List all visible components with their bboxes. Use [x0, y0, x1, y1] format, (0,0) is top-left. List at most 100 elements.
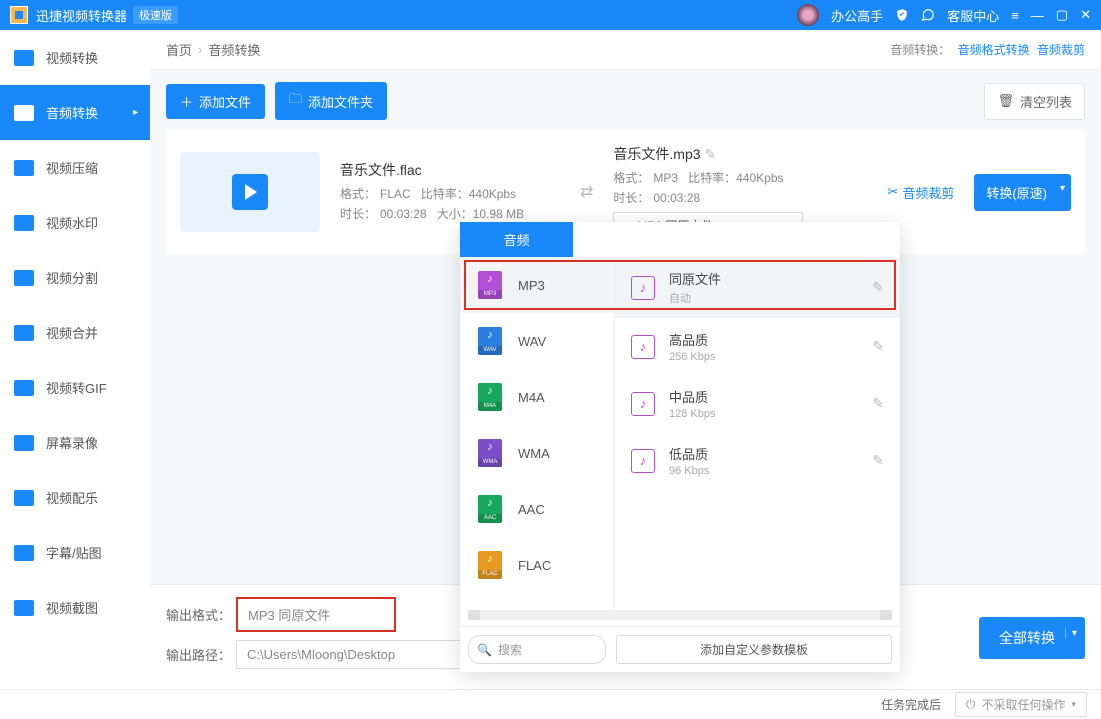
- breadcrumb-home[interactable]: 首页: [166, 40, 192, 59]
- audio-crop-link[interactable]: ✂音频裁剪: [887, 183, 954, 202]
- sidebar-item-watermark[interactable]: 视频水印: [0, 195, 150, 250]
- sidebar-item-label: 音频转换: [46, 103, 98, 122]
- format-icon: [478, 495, 502, 523]
- sidebar-item-video-compress[interactable]: 视频压缩: [0, 140, 150, 195]
- quality-item-same[interactable]: ♪同原文件自动✎: [615, 257, 900, 318]
- sidebar-item-label: 视频压缩: [46, 158, 98, 177]
- add-folder-button[interactable]: 🗀 添加文件夹: [275, 82, 387, 120]
- music-icon: [14, 490, 34, 506]
- sidebar-item-label: 屏幕录像: [46, 433, 98, 452]
- task-done-action-select[interactable]: ⏻不采取任何操作▾: [955, 692, 1087, 717]
- search-input[interactable]: 🔍搜索: [468, 635, 606, 664]
- edit-icon[interactable]: ✎: [704, 146, 716, 162]
- add-template-button[interactable]: 添加自定义参数模板: [616, 635, 892, 664]
- format-popup: 音频 MP3 WAV M4A WMA AAC FLAC ♪同原文件自动✎ ♪高品…: [460, 222, 900, 672]
- bc-right-label: 音频转换：: [890, 43, 950, 57]
- output-format-label: 输出格式：: [166, 605, 236, 624]
- sidebar-item-video-convert[interactable]: 视频转换: [0, 30, 150, 85]
- quality-icon: ♪: [631, 335, 655, 359]
- folder-icon: 🗀: [289, 90, 302, 112]
- merge-icon: [14, 325, 34, 341]
- output-format-field[interactable]: MP3 同原文件: [236, 597, 396, 632]
- input-filename: 音乐文件.flac: [340, 160, 560, 180]
- format-item-wav[interactable]: WAV: [460, 313, 614, 369]
- gif-icon: [14, 380, 34, 396]
- sidebar-item-label: 视频合并: [46, 323, 98, 342]
- sidebar-item-subtitle[interactable]: 字幕/贴图: [0, 525, 150, 580]
- format-item-wma[interactable]: WMA: [460, 425, 614, 481]
- quality-list: ♪同原文件自动✎ ♪高品质256 Kbps✎ ♪中品质128 Kbps✎ ♪低品…: [615, 257, 900, 610]
- sidebar-item-screenshot[interactable]: 视频截图: [0, 580, 150, 635]
- swap-icon[interactable]: ⇄: [580, 182, 593, 202]
- search-icon: 🔍: [477, 643, 492, 657]
- output-path-label: 输出路径：: [166, 645, 236, 664]
- sidebar-item-label: 视频配乐: [46, 488, 98, 507]
- power-icon: ⏻: [966, 697, 976, 712]
- play-icon: [232, 174, 268, 210]
- sidebar-item-record[interactable]: 屏幕录像: [0, 415, 150, 470]
- file-thumb[interactable]: [180, 152, 320, 232]
- edit-icon[interactable]: ✎: [872, 279, 884, 296]
- format-icon: [478, 439, 502, 467]
- format-list: MP3 WAV M4A WMA AAC FLAC: [460, 257, 615, 610]
- chevron-right-icon: ›: [198, 42, 202, 57]
- sidebar-item-merge[interactable]: 视频合并: [0, 305, 150, 360]
- horizontal-scrollbar[interactable]: [468, 610, 892, 620]
- popup-tab-audio[interactable]: 音频: [460, 222, 573, 257]
- input-meta: 音乐文件.flac 格式：FLAC 比特率：440Kpbs 时长：00:03:2…: [340, 160, 560, 224]
- menu-icon[interactable]: ≡: [1011, 8, 1019, 23]
- avatar[interactable]: [797, 4, 819, 26]
- quality-item-mid[interactable]: ♪中品质128 Kbps✎: [615, 375, 900, 432]
- format-icon: [478, 551, 502, 579]
- audio-convert-icon: [14, 105, 34, 121]
- sidebar: 视频转换 音频转换 视频压缩 视频水印 视频分割 视频合并 视频转GIF 屏幕录…: [0, 30, 150, 689]
- sidebar-item-split[interactable]: 视频分割: [0, 250, 150, 305]
- subtitle-icon: [14, 545, 34, 561]
- app-name: 迅捷视频转换器: [36, 6, 127, 25]
- screenshot-icon: [14, 600, 34, 616]
- btn-label: 添加文件: [199, 92, 251, 111]
- sidebar-item-label: 视频转换: [46, 48, 98, 67]
- close-icon[interactable]: ✕: [1080, 7, 1091, 23]
- task-done-label: 任务完成后: [881, 696, 941, 713]
- edit-icon[interactable]: ✎: [872, 338, 884, 355]
- add-file-button[interactable]: ＋ 添加文件: [166, 84, 265, 119]
- edit-icon[interactable]: ✎: [872, 395, 884, 412]
- link-audio-crop[interactable]: 音频裁剪: [1037, 43, 1085, 57]
- format-icon: [478, 327, 502, 355]
- help-link[interactable]: 客服中心: [947, 6, 999, 25]
- link-format-convert[interactable]: 音频格式转换: [958, 43, 1030, 57]
- edit-icon[interactable]: ✎: [872, 452, 884, 469]
- plus-icon: ＋: [180, 92, 193, 111]
- format-item-m4a[interactable]: M4A: [460, 369, 614, 425]
- format-item-flac[interactable]: FLAC: [460, 537, 614, 593]
- format-item-aac[interactable]: AAC: [460, 481, 614, 537]
- chat-icon[interactable]: [921, 8, 935, 22]
- sidebar-item-label: 视频分割: [46, 268, 98, 287]
- convert-all-button[interactable]: 全部转换: [979, 617, 1085, 659]
- sidebar-item-gif[interactable]: 视频转GIF: [0, 360, 150, 415]
- watermark-icon: [14, 215, 34, 231]
- video-convert-icon: [14, 50, 34, 66]
- convert-button[interactable]: 转换(原速): [974, 174, 1071, 211]
- user-name[interactable]: 办公高手: [831, 6, 883, 25]
- trash-icon: 🗑: [997, 93, 1014, 109]
- sidebar-item-music[interactable]: 视频配乐: [0, 470, 150, 525]
- split-icon: [14, 270, 34, 286]
- shield-icon[interactable]: [895, 8, 909, 22]
- quality-item-high[interactable]: ♪高品质256 Kbps✎: [615, 318, 900, 375]
- convert-all-wrap: 全部转换: [979, 617, 1085, 659]
- format-item-mp3[interactable]: MP3: [460, 257, 614, 313]
- chevron-down-icon: ▾: [1071, 699, 1076, 710]
- btn-label: 添加文件夹: [308, 92, 373, 111]
- clear-list-button[interactable]: 🗑 清空列表: [984, 83, 1085, 120]
- btn-label: 清空列表: [1020, 92, 1072, 111]
- quality-item-low[interactable]: ♪低品质96 Kbps✎: [615, 432, 900, 489]
- sidebar-item-label: 视频水印: [46, 213, 98, 232]
- app-logo: [10, 6, 28, 24]
- record-icon: [14, 435, 34, 451]
- minimize-icon[interactable]: —: [1031, 8, 1044, 23]
- maximize-icon[interactable]: ▢: [1056, 7, 1068, 23]
- breadcrumb: 首页 › 音频转换 音频转换： 音频格式转换 音频裁剪: [150, 30, 1101, 70]
- sidebar-item-audio-convert[interactable]: 音频转换: [0, 85, 150, 140]
